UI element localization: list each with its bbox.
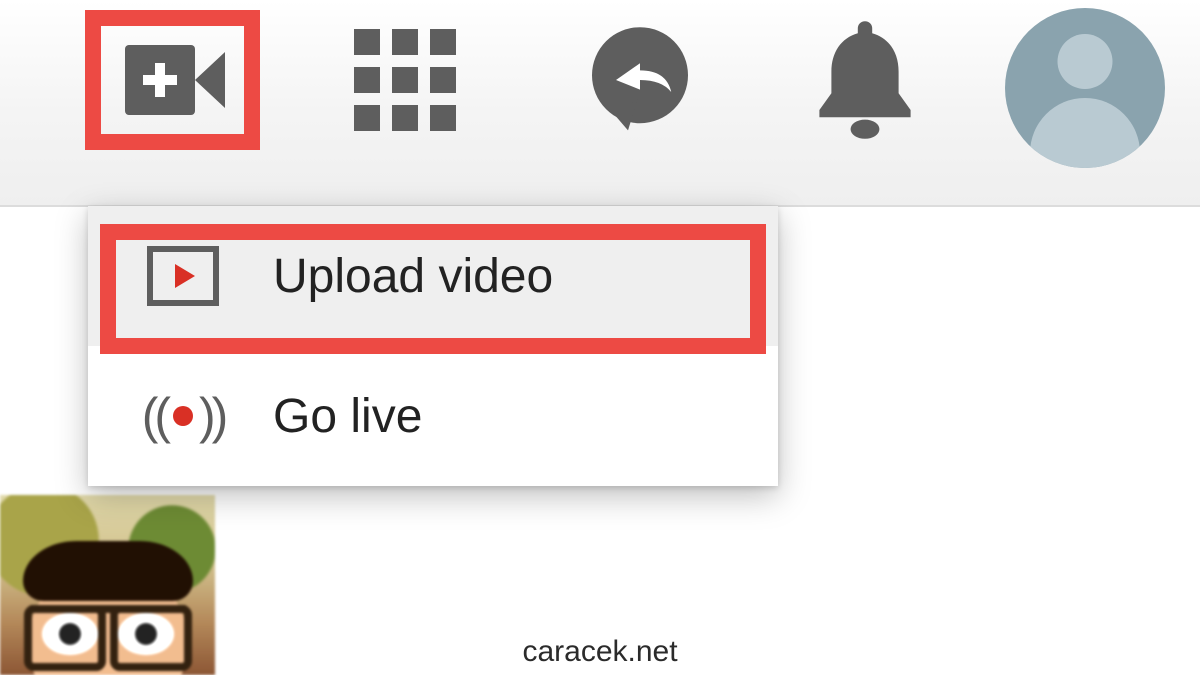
menu-item-go-live[interactable]: (()) Go live [88,346,778,486]
account-avatar[interactable] [1005,8,1165,168]
notifications-button[interactable] [805,20,925,140]
bell-icon [805,14,925,146]
apps-grid-icon [354,29,456,131]
header-toolbar [0,0,1200,207]
share-bubble-icon [580,20,700,140]
go-live-icon: (()) [138,386,228,446]
video-plus-icon [125,45,225,115]
menu-item-label: Go live [273,389,422,444]
upload-video-icon [147,246,219,306]
menu-item-label: Upload video [273,249,553,304]
apps-button[interactable] [345,20,465,140]
avatar-placeholder-icon [1058,34,1113,89]
create-menu-dropdown: Upload video (()) Go live [88,206,778,486]
menu-item-upload-video[interactable]: Upload video [88,206,778,346]
create-button[interactable] [115,20,235,140]
video-thumbnail[interactable] [0,495,215,675]
watermark-text: caracek.net [522,635,677,669]
messages-button[interactable] [580,20,700,140]
